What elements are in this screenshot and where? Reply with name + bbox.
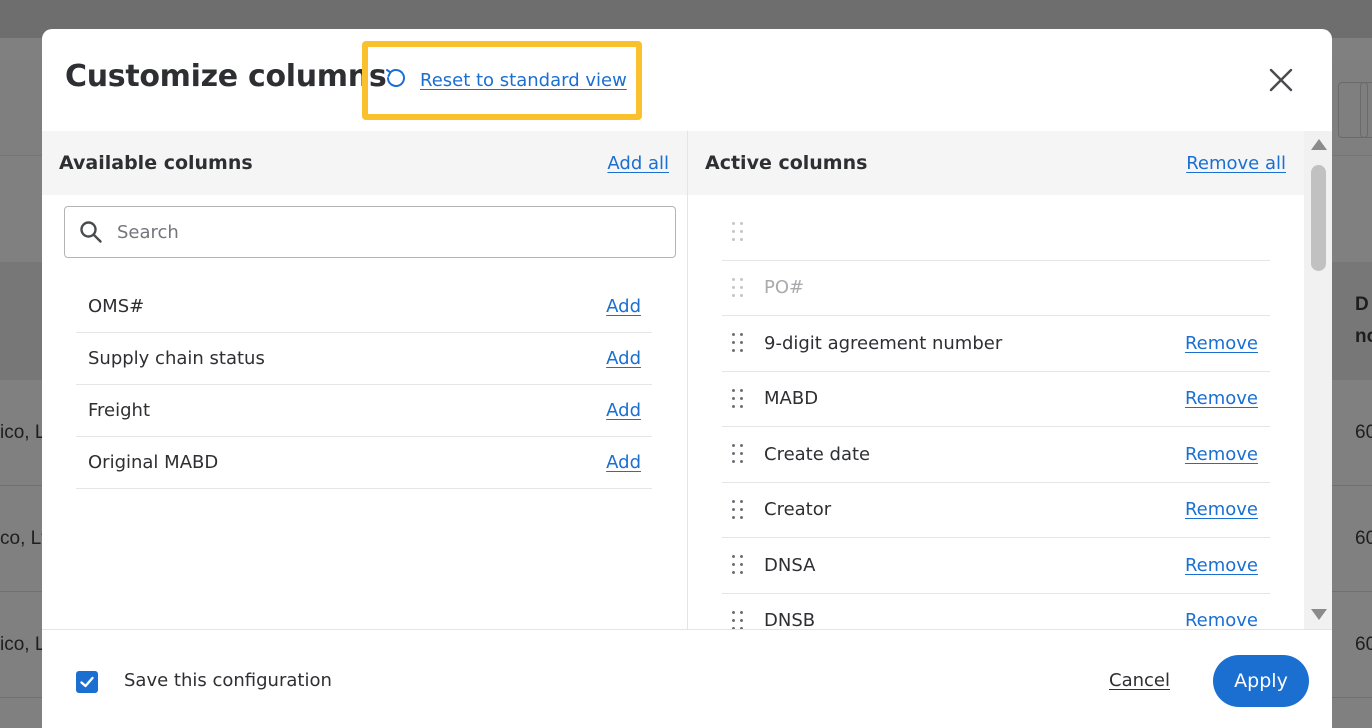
search-input[interactable]	[117, 221, 637, 243]
active-column-item: MABD Remove	[722, 372, 1270, 427]
active-column-item: DNSA Remove	[722, 538, 1270, 594]
active-column-name: DNSA	[764, 554, 816, 576]
add-all-link[interactable]: Add all	[607, 153, 669, 174]
background-cell-number: 60	[1355, 528, 1372, 549]
active-column-item-locked: PO#	[722, 261, 1270, 316]
drag-handle-icon[interactable]	[732, 444, 744, 464]
active-column-name: Creator	[764, 499, 832, 521]
dialog-title: Customize columns	[65, 59, 387, 94]
remove-column-link[interactable]: Remove	[1185, 555, 1258, 576]
available-column-name: Freight	[88, 400, 151, 421]
active-column-name: 9-digit agreement number	[764, 332, 1003, 354]
reset-to-standard-view-link[interactable]: Reset to standard view	[384, 66, 627, 95]
background-header-text: D	[1355, 294, 1369, 315]
available-columns-list: OMS# Add Supply chain status Add Freight…	[76, 281, 652, 489]
scroll-up-arrow-icon[interactable]	[1311, 139, 1327, 150]
active-column-item: Create date Remove	[722, 427, 1270, 483]
background-cell-number: 60	[1355, 422, 1372, 443]
active-column-name: MABD	[764, 388, 819, 410]
remove-column-link[interactable]: Remove	[1185, 333, 1258, 354]
remove-column-link[interactable]: Remove	[1185, 610, 1258, 629]
remove-column-link[interactable]: Remove	[1185, 388, 1258, 409]
active-column-name: PO#	[764, 277, 805, 299]
apply-button[interactable]: Apply	[1213, 655, 1309, 707]
panel-divider	[687, 131, 688, 629]
active-column-name: DNSB	[764, 610, 816, 629]
drag-handle-icon	[732, 222, 744, 242]
available-column-item: Freight Add	[76, 385, 652, 437]
close-icon	[1269, 68, 1293, 92]
active-columns-header: Active columns Remove all	[688, 131, 1304, 195]
save-configuration-label: Save this configuration	[124, 670, 332, 691]
background-button	[1360, 82, 1372, 138]
active-list-scrollbar[interactable]	[1304, 131, 1332, 629]
background-cell-text: ico, L	[0, 634, 46, 655]
background-cell-number: 60	[1355, 634, 1372, 655]
scroll-down-arrow-icon[interactable]	[1311, 609, 1327, 620]
active-column-item: Creator Remove	[722, 483, 1270, 538]
active-column-item-locked	[722, 205, 1270, 261]
add-column-link[interactable]: Add	[606, 400, 641, 421]
active-column-item: DNSB Remove	[722, 594, 1270, 629]
customize-columns-dialog: Customize columns Reset to standard view…	[42, 29, 1332, 728]
drag-handle-icon[interactable]	[732, 388, 744, 409]
active-column-name: Create date	[764, 443, 871, 465]
reset-icon	[384, 66, 408, 95]
close-button[interactable]	[1268, 67, 1294, 93]
remove-all-link[interactable]: Remove all	[1186, 153, 1286, 174]
scrollbar-thumb[interactable]	[1311, 165, 1326, 271]
cancel-button[interactable]: Cancel	[1109, 670, 1170, 691]
reset-link-label: Reset to standard view	[420, 70, 627, 91]
drag-handle-icon	[732, 277, 744, 298]
remove-column-link[interactable]: Remove	[1185, 499, 1258, 520]
drag-handle-icon[interactable]	[732, 610, 744, 629]
background-cell-text: co, Lt	[0, 528, 47, 549]
add-column-link[interactable]: Add	[606, 348, 641, 369]
checkmark-icon	[80, 676, 94, 688]
available-column-name: Original MABD	[88, 452, 219, 473]
dialog-footer: Save this configuration Cancel Apply	[42, 629, 1332, 728]
drag-handle-icon[interactable]	[732, 499, 744, 520]
background-header-text: no	[1355, 326, 1372, 347]
available-column-name: Supply chain status	[88, 348, 265, 369]
search-field[interactable]	[64, 206, 676, 258]
available-column-item: OMS# Add	[76, 281, 652, 333]
available-columns-header: Available columns Add all	[42, 131, 687, 195]
add-column-link[interactable]: Add	[606, 296, 641, 317]
active-column-item: 9-digit agreement number Remove	[722, 316, 1270, 372]
active-columns-list: PO# 9-digit agreement number Remove MABD…	[722, 205, 1270, 629]
drag-handle-icon[interactable]	[732, 555, 744, 575]
available-column-item: Supply chain status Add	[76, 333, 652, 385]
search-icon	[80, 221, 102, 243]
active-columns-heading: Active columns	[705, 152, 868, 174]
available-columns-heading: Available columns	[59, 152, 253, 174]
drag-handle-icon[interactable]	[732, 333, 744, 353]
add-column-link[interactable]: Add	[606, 452, 641, 473]
background-cell-text: ico, L	[0, 422, 46, 443]
available-column-item: Original MABD Add	[76, 437, 652, 489]
remove-column-link[interactable]: Remove	[1185, 444, 1258, 465]
save-configuration-checkbox[interactable]	[76, 671, 98, 693]
available-column-name: OMS#	[88, 296, 145, 317]
